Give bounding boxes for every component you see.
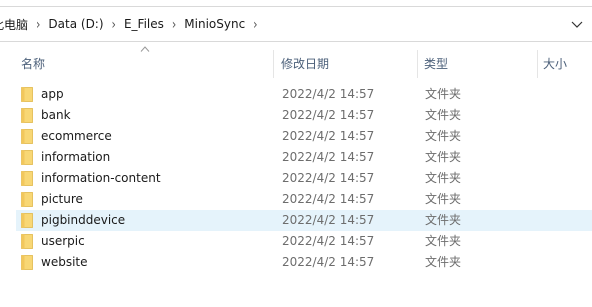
file-type: 文件夹 (425, 192, 462, 206)
file-type: 文件夹 (425, 87, 462, 101)
file-modified-date: 2022/4/2 14:57 (282, 255, 375, 269)
file-type: 文件夹 (425, 129, 462, 143)
file-name[interactable]: website (41, 252, 88, 273)
file-modified-date: 2022/4/2 14:57 (282, 213, 375, 227)
file-modified-date: 2022/4/2 14:57 (282, 234, 375, 248)
address-bar[interactable]: 此电脑 › Data (D:) › E_Files › MinioSync › (0, 6, 592, 42)
file-name[interactable]: ecommerce (41, 126, 112, 147)
folder-icon (21, 171, 33, 186)
folder-icon (21, 129, 33, 144)
chevron-down-icon[interactable] (570, 17, 584, 31)
column-divider[interactable] (417, 50, 418, 78)
file-row[interactable]: information-content 2022/4/2 14:57 文件夹 (16, 168, 592, 189)
file-row[interactable]: pigbinddevice 2022/4/2 14:57 文件夹 (16, 210, 592, 231)
breadcrumb-miniosync[interactable]: MinioSync (182, 17, 247, 31)
column-header-size[interactable]: 大小 (543, 50, 567, 78)
file-type: 文件夹 (425, 255, 462, 269)
column-header-name[interactable]: 名称 (21, 50, 45, 78)
file-modified-date: 2022/4/2 14:57 (282, 150, 375, 164)
file-name[interactable]: userpic (41, 231, 85, 252)
file-name[interactable]: bank (41, 105, 71, 126)
breadcrumb-separator-icon[interactable]: › (106, 16, 122, 33)
file-name[interactable]: information (41, 147, 110, 168)
file-name[interactable]: picture (41, 189, 83, 210)
breadcrumb-e-files[interactable]: E_Files (122, 17, 166, 31)
folder-icon (21, 192, 33, 207)
breadcrumb-separator-icon[interactable]: › (166, 16, 182, 33)
folder-icon (21, 150, 33, 165)
column-header-type[interactable]: 类型 (424, 50, 448, 78)
file-row[interactable]: ecommerce 2022/4/2 14:57 文件夹 (16, 126, 592, 147)
file-type: 文件夹 (425, 108, 462, 122)
file-modified-date: 2022/4/2 14:57 (282, 129, 375, 143)
file-row[interactable]: app 2022/4/2 14:57 文件夹 (16, 84, 592, 105)
breadcrumb: 此电脑 › Data (D:) › E_Files › MinioSync › (0, 7, 264, 41)
file-modified-date: 2022/4/2 14:57 (282, 108, 375, 122)
file-row[interactable]: website 2022/4/2 14:57 文件夹 (16, 252, 592, 273)
folder-icon (21, 234, 33, 249)
file-row[interactable]: bank 2022/4/2 14:57 文件夹 (16, 105, 592, 126)
folder-icon (21, 87, 33, 102)
file-row[interactable]: picture 2022/4/2 14:57 文件夹 (16, 189, 592, 210)
file-type: 文件夹 (425, 150, 462, 164)
file-name[interactable]: pigbinddevice (41, 210, 125, 231)
column-header-date[interactable]: 修改日期 (281, 50, 329, 78)
file-type: 文件夹 (425, 213, 462, 227)
folder-icon (21, 213, 33, 228)
column-header-row: 名称 修改日期 类型 大小 (0, 46, 592, 78)
file-row[interactable]: information 2022/4/2 14:57 文件夹 (16, 147, 592, 168)
column-divider[interactable] (273, 50, 274, 78)
folder-icon (21, 255, 33, 270)
breadcrumb-this-pc[interactable]: 此电脑 (0, 16, 30, 33)
breadcrumb-separator-icon[interactable]: › (247, 16, 263, 33)
file-name[interactable]: information-content (41, 168, 161, 189)
breadcrumb-drive[interactable]: Data (D:) (46, 17, 105, 31)
file-modified-date: 2022/4/2 14:57 (282, 87, 375, 101)
file-name[interactable]: app (41, 84, 64, 105)
file-type: 文件夹 (425, 234, 462, 248)
folder-icon (21, 108, 33, 123)
sort-ascending-icon (140, 46, 150, 52)
file-type: 文件夹 (425, 171, 462, 185)
file-modified-date: 2022/4/2 14:57 (282, 192, 375, 206)
file-modified-date: 2022/4/2 14:57 (282, 171, 375, 185)
breadcrumb-separator-icon[interactable]: › (30, 16, 46, 33)
column-divider[interactable] (537, 50, 538, 78)
file-row[interactable]: userpic 2022/4/2 14:57 文件夹 (16, 231, 592, 252)
